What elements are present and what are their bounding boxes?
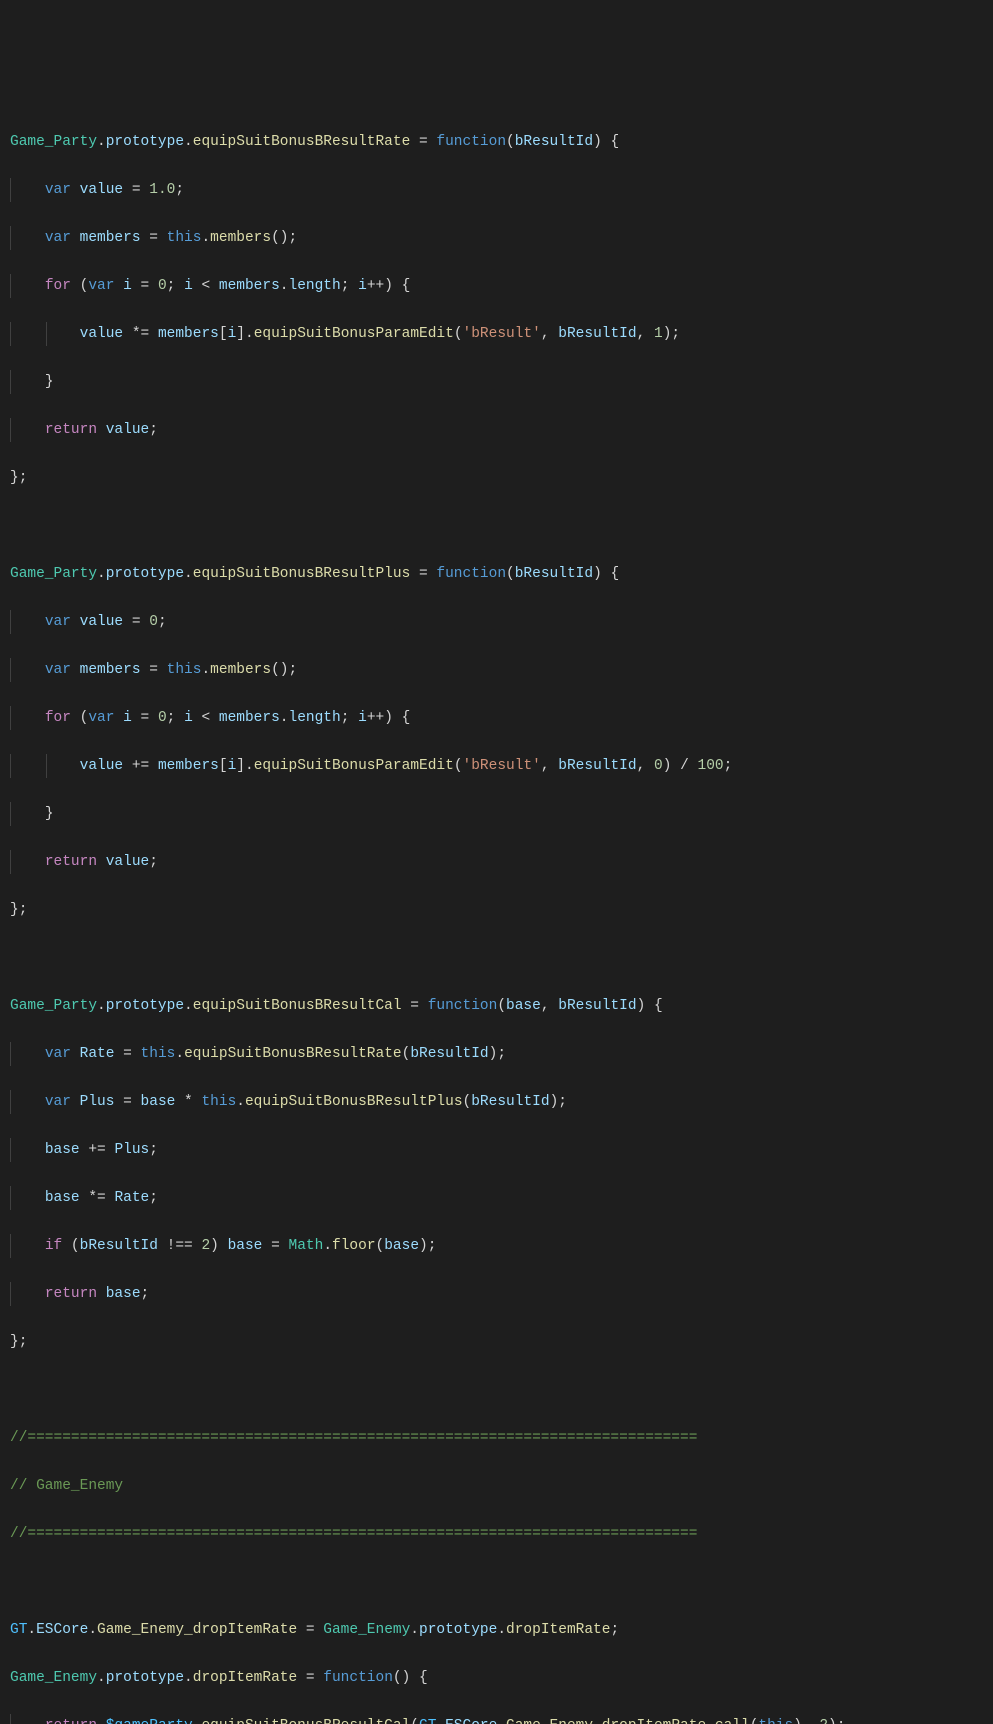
code-line[interactable]: var Plus = base * this.equipSuitBonusBRe… xyxy=(0,1090,993,1114)
code-line[interactable]: value *= members[i].equipSuitBonusParamE… xyxy=(0,322,993,346)
code-line[interactable] xyxy=(0,1570,993,1594)
code-line[interactable]: }; xyxy=(0,898,993,922)
function-name: equipSuitBonusBResultPlus xyxy=(193,566,411,582)
code-line[interactable] xyxy=(0,946,993,970)
comment: //======================================… xyxy=(10,1430,697,1446)
code-line[interactable]: Game_Party.prototype.equipSuitBonusBResu… xyxy=(0,994,993,1018)
code-line[interactable]: value += members[i].equipSuitBonusParamE… xyxy=(0,754,993,778)
code-line[interactable]: return $gameParty.equipSuitBonusBResultC… xyxy=(0,1714,993,1724)
function-name: equipSuitBonusBResultRate xyxy=(193,134,411,150)
code-line[interactable]: } xyxy=(0,370,993,394)
code-line[interactable]: var value = 1.0; xyxy=(0,178,993,202)
class-token: Game_Party xyxy=(10,566,97,582)
class-token: Game_Enemy xyxy=(10,1670,97,1686)
code-line[interactable]: var value = 0; xyxy=(0,610,993,634)
code-line[interactable]: }; xyxy=(0,1330,993,1354)
code-line[interactable]: var Rate = this.equipSuitBonusBResultRat… xyxy=(0,1042,993,1066)
code-line[interactable]: Game_Enemy.prototype.dropItemRate = func… xyxy=(0,1666,993,1690)
code-line[interactable]: return base; xyxy=(0,1282,993,1306)
comment: // Game_Enemy xyxy=(10,1478,123,1494)
code-line[interactable]: if (bResultId !== 2) base = Math.floor(b… xyxy=(0,1234,993,1258)
code-line[interactable]: }; xyxy=(0,466,993,490)
code-line[interactable]: GT.ESCore.Game_Enemy_dropItemRate = Game… xyxy=(0,1618,993,1642)
code-line[interactable]: return value; xyxy=(0,850,993,874)
code-line[interactable]: return value; xyxy=(0,418,993,442)
function-name: equipSuitBonusBResultCal xyxy=(193,998,402,1014)
code-line[interactable]: Game_Party.prototype.equipSuitBonusBResu… xyxy=(0,130,993,154)
code-editor[interactable]: Game_Party.prototype.equipSuitBonusBResu… xyxy=(0,106,993,1724)
code-line[interactable]: base *= Rate; xyxy=(0,1186,993,1210)
code-line[interactable]: for (var i = 0; i < members.length; i++)… xyxy=(0,706,993,730)
code-line[interactable]: //======================================… xyxy=(0,1522,993,1546)
comment: //======================================… xyxy=(10,1526,697,1542)
code-line[interactable]: Game_Party.prototype.equipSuitBonusBResu… xyxy=(0,562,993,586)
class-token: Game_Party xyxy=(10,998,97,1014)
code-line[interactable]: var members = this.members(); xyxy=(0,658,993,682)
function-name: dropItemRate xyxy=(193,1670,297,1686)
code-line[interactable]: base += Plus; xyxy=(0,1138,993,1162)
code-line[interactable]: var members = this.members(); xyxy=(0,226,993,250)
code-line[interactable]: // Game_Enemy xyxy=(0,1474,993,1498)
code-line[interactable] xyxy=(0,514,993,538)
code-line[interactable]: } xyxy=(0,802,993,826)
code-line[interactable] xyxy=(0,1378,993,1402)
code-line[interactable]: for (var i = 0; i < members.length; i++)… xyxy=(0,274,993,298)
class-token: Game_Party xyxy=(10,134,97,150)
code-line[interactable]: //======================================… xyxy=(0,1426,993,1450)
